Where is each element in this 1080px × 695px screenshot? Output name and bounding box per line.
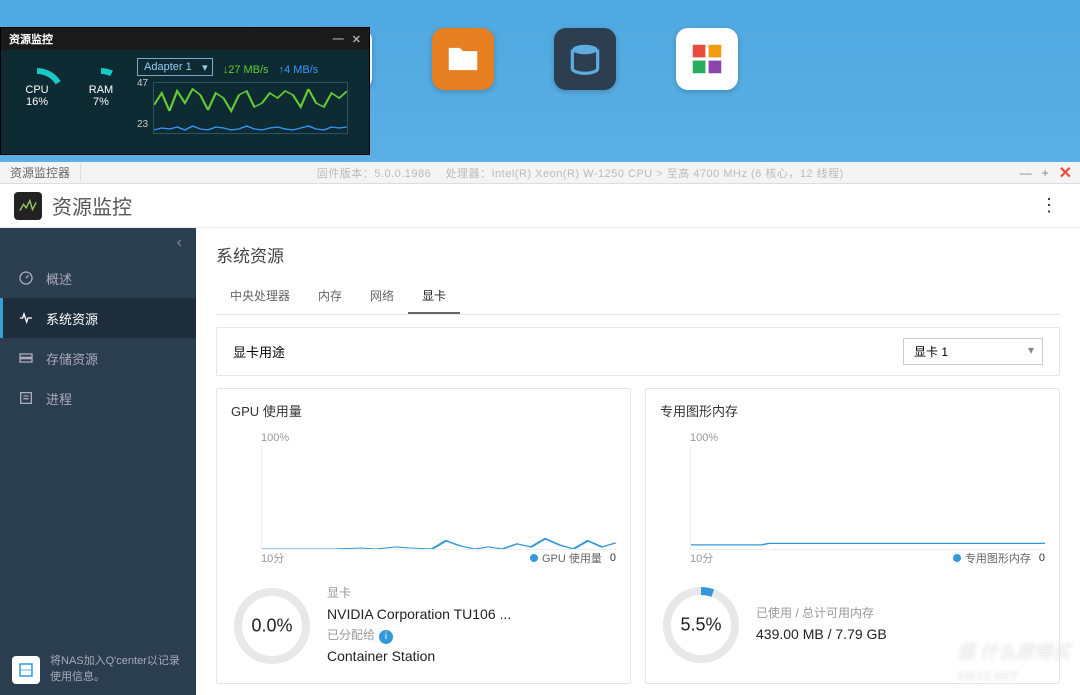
card-title: 专用图形内存: [660, 401, 1045, 420]
app-icon: [14, 192, 42, 220]
gpu-name: NVIDIA Corporation TU106 ...: [327, 603, 511, 625]
content-title: 系统资源: [216, 242, 1060, 267]
sidebar: ‹ 概述 系统资源 存储资源 进程 将NAS加入Q'center以记录使用信息。: [0, 228, 196, 695]
content-area: 系统资源 中央处理器 内存 网络 显卡 显卡用途 显卡 1 GPU 使用量 10…: [196, 228, 1080, 695]
memory-usage: 439.00 MB / 7.79 GB: [756, 623, 887, 645]
window-titlebar: 资源监控器 固件版本：5.0.0.1986 处理器：Intel(R) Xeon(…: [0, 162, 1080, 184]
taskbar-appcenter-icon[interactable]: [676, 28, 738, 90]
gpu-select[interactable]: 显卡 1: [903, 338, 1043, 365]
sidebar-item-processes[interactable]: 进程: [0, 378, 196, 418]
minimize-icon[interactable]: —: [333, 33, 344, 46]
tab-gpu[interactable]: 显卡: [408, 279, 460, 314]
tab-network[interactable]: 网络: [356, 279, 408, 314]
disk-icon: [18, 350, 34, 366]
sidebar-item-system-resources[interactable]: 系统资源: [0, 298, 196, 338]
qcenter-icon: [12, 656, 40, 684]
pulse-icon: [18, 310, 34, 326]
cpu-gauge: CPU16%: [9, 68, 65, 124]
sidebar-collapse-icon[interactable]: ‹: [0, 228, 196, 258]
gpu-memory-chart: 100% 10分 专用图形内存0: [660, 428, 1045, 578]
gpu-usage-donut: 0.0%: [231, 585, 313, 667]
sidebar-item-overview[interactable]: 概述: [0, 258, 196, 298]
resource-monitor-app: 资源监控 ⋮ ‹ 概述 系统资源 存储资源 进程 将: [0, 184, 1080, 695]
window-minimize-icon[interactable]: —: [1020, 166, 1032, 180]
list-icon: [18, 390, 34, 406]
tab-memory[interactable]: 内存: [304, 279, 356, 314]
system-info: 固件版本：5.0.0.1986 处理器：Intel(R) Xeon(R) W-1…: [141, 165, 1020, 181]
info-icon[interactable]: i: [379, 630, 393, 644]
download-speed: ↓27 MB/s: [223, 64, 269, 76]
network-graph: [153, 82, 348, 134]
sidebar-footer[interactable]: 将NAS加入Q'center以记录使用信息。: [0, 644, 196, 695]
app-title: 资源监控: [52, 191, 132, 220]
taskbar-storage-icon[interactable]: [554, 28, 616, 90]
dashboard-icon: [18, 270, 34, 286]
tab-cpu[interactable]: 中央处理器: [216, 279, 304, 314]
gpu-usage-panel: 显卡用途 显卡 1: [216, 327, 1060, 376]
upload-speed: ↑4 MB/s: [279, 64, 319, 76]
sidebar-item-storage[interactable]: 存储资源: [0, 338, 196, 378]
close-icon[interactable]: ✕: [352, 33, 361, 46]
ram-gauge: RAM7%: [73, 68, 129, 124]
sidebar-item-label: 概述: [46, 269, 72, 288]
sidebar-item-label: 系统资源: [46, 309, 98, 328]
taskbar-file-station-icon[interactable]: [432, 28, 494, 90]
card-title: GPU 使用量: [231, 401, 616, 420]
adapter-select[interactable]: Adapter 1: [137, 58, 213, 76]
window-close-icon[interactable]: ✕: [1059, 163, 1072, 183]
watermark: 值 什么原得买SMYZ.NET: [957, 638, 1070, 685]
gpu-memory-donut: 5.5%: [660, 584, 742, 666]
gpu-usage-card: GPU 使用量 100% 10分 GPU 使用量0: [216, 388, 631, 684]
tabs: 中央处理器 内存 网络 显卡: [216, 279, 1060, 315]
sidebar-item-label: 存储资源: [46, 349, 98, 368]
gpu-assigned: Container Station: [327, 645, 511, 667]
resource-widget[interactable]: 资源监控 — ✕ CPU16% RAM7% Adapter 1 ↓27 MB/s…: [0, 27, 370, 155]
more-menu-icon[interactable]: ⋮: [1032, 191, 1066, 220]
gpu-usage-chart: 100% 10分 GPU 使用量0: [231, 428, 616, 578]
widget-title: 资源监控: [9, 31, 53, 47]
sidebar-item-label: 进程: [46, 389, 72, 408]
panel-label: 显卡用途: [233, 342, 285, 361]
breadcrumb-label: 资源监控器: [0, 164, 81, 181]
window-maximize-icon[interactable]: +: [1042, 166, 1049, 180]
